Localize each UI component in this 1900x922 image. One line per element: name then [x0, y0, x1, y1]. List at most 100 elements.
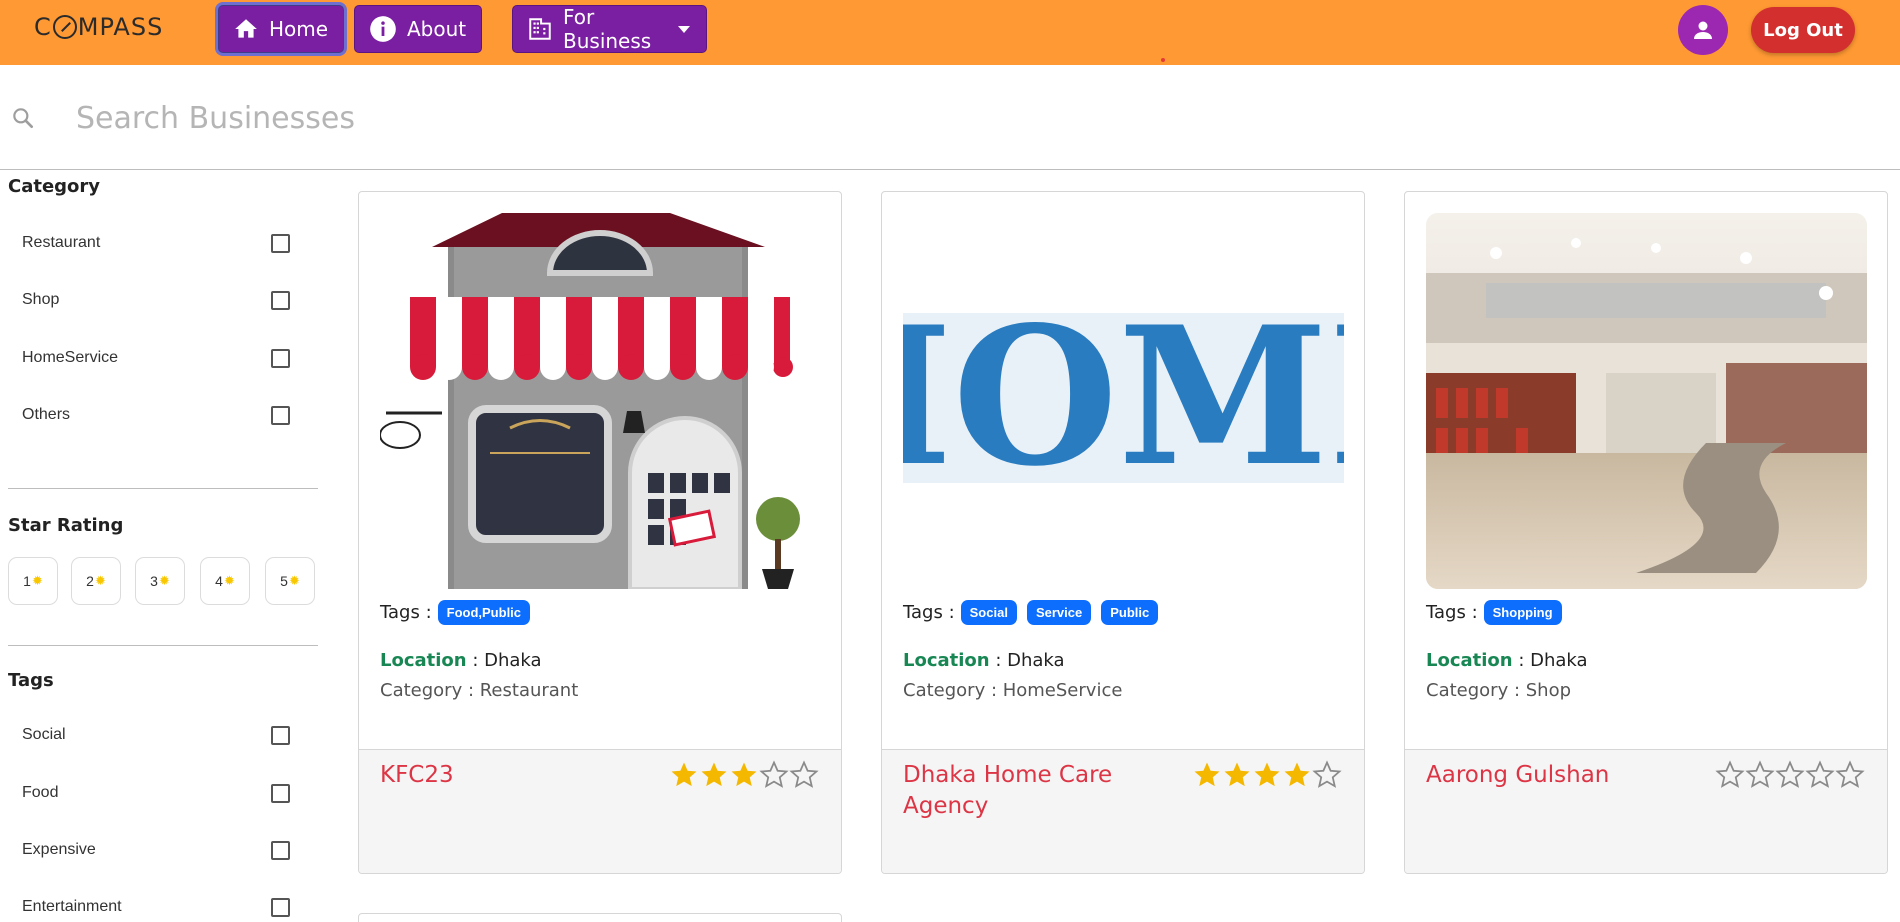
category-line: Category : Shop — [1426, 680, 1572, 701]
category-title: Category — [8, 176, 101, 197]
tag-badge[interactable]: Public — [1101, 600, 1159, 625]
star-filled-icon — [1224, 762, 1250, 787]
sun-icon: ✹ — [94, 573, 106, 588]
location-key: Location — [903, 650, 990, 671]
rating-value: 4 — [215, 573, 223, 589]
business-title[interactable]: Dhaka Home Care Agency — [903, 760, 1173, 822]
category-filter-restaurant[interactable]: Restaurant — [22, 228, 290, 258]
filter-sidebar: Category Restaurant Shop HomeService Oth… — [0, 170, 330, 922]
home-logo-image: HOME — [903, 213, 1344, 589]
filter-label: Restaurant — [22, 234, 101, 251]
compass-needle-icon — [52, 15, 77, 39]
star-filled-icon — [1194, 762, 1220, 787]
category-filter-others[interactable]: Others — [22, 400, 290, 430]
star-empty-icon — [1805, 760, 1835, 788]
star-empty-icon — [1715, 760, 1745, 788]
tag-filter-social[interactable]: Social — [22, 720, 290, 750]
location-line: Location : Dhaka — [903, 650, 1065, 671]
search-bar — [0, 65, 1900, 170]
profile-avatar-button[interactable] — [1678, 5, 1728, 55]
chevron-down-icon — [678, 25, 690, 33]
tags-label: Tags : — [380, 602, 432, 623]
checkbox[interactable] — [271, 290, 290, 310]
star-filled-icon — [731, 762, 757, 787]
tags-line: Tags : Social Service Public — [903, 600, 1168, 625]
star-rating — [1715, 760, 1865, 790]
search-input[interactable] — [76, 93, 1176, 143]
filter-label: Food — [22, 784, 59, 801]
star-empty-icon — [759, 760, 789, 788]
star-filled-icon — [1284, 762, 1310, 787]
location-value: : Dhaka — [466, 650, 542, 671]
card-footer: KFC23 — [359, 749, 841, 873]
business-card[interactable]: HOME Tags : Social Service Public Locati… — [881, 191, 1365, 874]
category-line: Category : HomeService — [903, 680, 1123, 701]
business-card[interactable]: Tags : Food,Public Location : Dhaka Cate… — [358, 191, 842, 874]
checkbox[interactable] — [271, 405, 290, 425]
divider — [8, 488, 318, 489]
rating-chip-1[interactable]: 1 ✹ — [8, 557, 58, 605]
compass-logo[interactable]: C MPASS — [34, 12, 163, 42]
building-icon — [527, 15, 553, 43]
checkbox[interactable] — [271, 897, 290, 917]
rating-chip-2[interactable]: 2 ✹ — [71, 557, 121, 605]
home-icon — [233, 15, 259, 43]
tag-badge[interactable]: Shopping — [1483, 600, 1562, 625]
category-filter-homeservice[interactable]: HomeService — [22, 343, 290, 373]
star-empty-icon — [1835, 760, 1865, 788]
card-footer: Dhaka Home Care Agency — [882, 749, 1364, 873]
rating-value: 5 — [280, 573, 288, 589]
rating-value: 3 — [150, 573, 158, 589]
location-key: Location — [1426, 650, 1513, 671]
tag-badge[interactable]: Service — [1026, 600, 1092, 625]
tag-filter-food[interactable]: Food — [22, 778, 290, 808]
tag-filter-entertainment[interactable]: Entertainment — [22, 892, 290, 922]
logo-c: C — [34, 13, 52, 41]
sun-icon: ✹ — [158, 573, 170, 588]
location-value: : Dhaka — [1512, 650, 1588, 671]
rating-chip-4[interactable]: 4 ✹ — [200, 557, 250, 605]
checkbox[interactable] — [271, 725, 290, 745]
tag-badge[interactable]: Social — [960, 600, 1017, 625]
star-filled-icon — [671, 762, 697, 787]
filter-label: HomeService — [22, 349, 119, 366]
logout-button[interactable]: Log Out — [1751, 7, 1855, 53]
rating-chip-5[interactable]: 5 ✹ — [265, 557, 315, 605]
category-filter-shop[interactable]: Shop — [22, 285, 290, 315]
tag-filter-expensive[interactable]: Expensive — [22, 835, 290, 865]
checkbox[interactable] — [271, 233, 290, 253]
filter-label: Entertainment — [22, 898, 122, 915]
mall-interior-image — [1426, 213, 1867, 589]
about-button[interactable]: About — [354, 5, 482, 53]
business-title[interactable]: KFC23 — [380, 760, 650, 791]
filter-label: Social — [22, 726, 66, 743]
tags-label: Tags : — [1426, 602, 1478, 623]
rating-chip-3[interactable]: 3 ✹ — [135, 557, 185, 605]
for-business-dropdown[interactable]: For Business — [512, 5, 707, 53]
location-key: Location — [380, 650, 467, 671]
card-footer: Aarong Gulshan — [1405, 749, 1887, 873]
star-filled-icon — [701, 762, 727, 787]
location-line: Location : Dhaka — [380, 650, 542, 671]
tag-badge[interactable]: Food,Public — [437, 600, 531, 625]
sun-icon: ✹ — [288, 573, 300, 588]
rating-value: 1 — [23, 573, 31, 589]
star-rating — [669, 760, 819, 790]
business-title[interactable]: Aarong Gulshan — [1426, 760, 1696, 791]
star-empty-icon — [1775, 760, 1805, 788]
business-card-partial[interactable] — [358, 913, 842, 922]
tags-label: Tags : — [903, 602, 955, 623]
checkbox[interactable] — [271, 348, 290, 368]
tags-line: Tags : Food,Public — [380, 600, 540, 625]
navbar: C MPASS Home About For Business Log Out — [0, 0, 1900, 65]
storefront-image — [380, 213, 821, 589]
checkbox[interactable] — [271, 840, 290, 860]
rating-value: 2 — [86, 573, 94, 589]
home-logo-text: HOME — [903, 285, 1344, 508]
checkbox[interactable] — [271, 783, 290, 803]
divider — [8, 645, 318, 646]
for-business-label: For Business — [563, 5, 652, 53]
star-empty-icon — [1312, 760, 1342, 788]
business-card[interactable]: Tags : Shopping Location : Dhaka Categor… — [1404, 191, 1888, 874]
home-button[interactable]: Home — [218, 5, 344, 53]
